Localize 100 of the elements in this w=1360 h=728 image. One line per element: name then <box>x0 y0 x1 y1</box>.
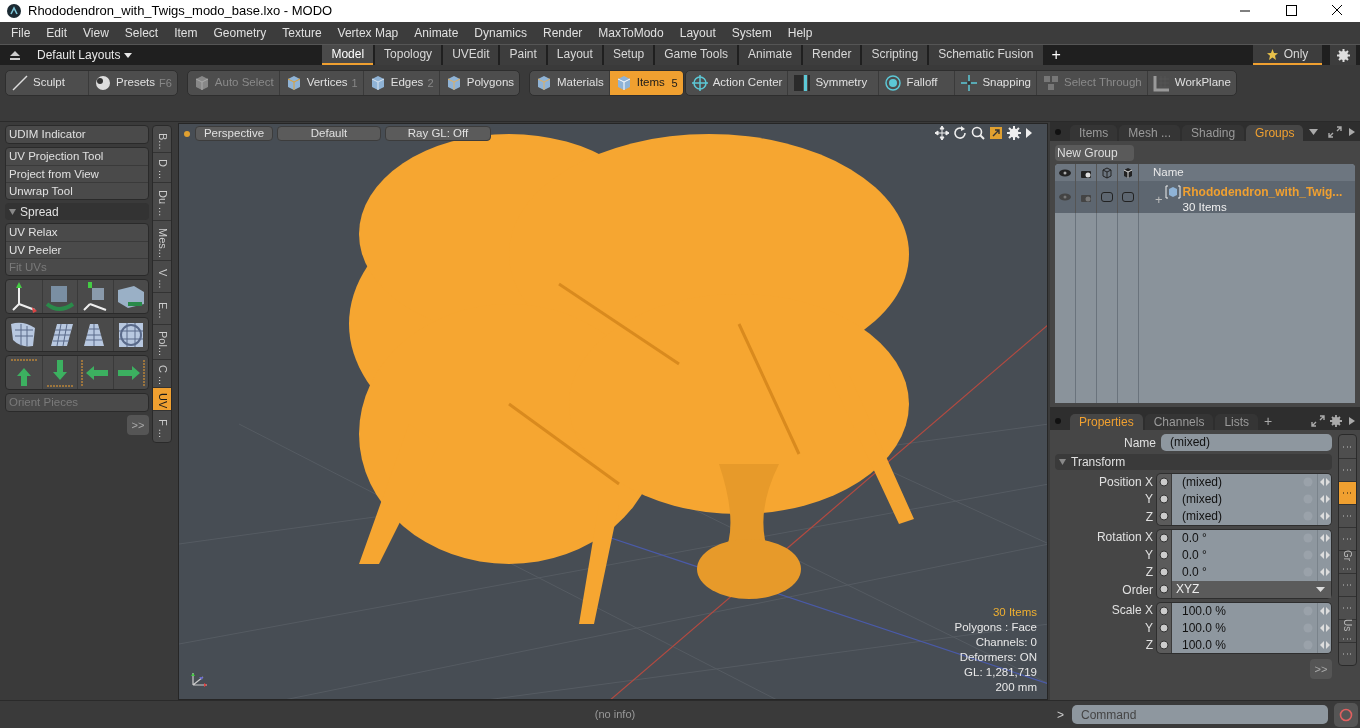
more-button[interactable]: >> <box>1310 659 1332 679</box>
animate-toggle-icon[interactable] <box>1159 567 1169 578</box>
column-header[interactable]: Name <box>1139 164 1184 182</box>
menu-dot-icon[interactable] <box>183 129 191 138</box>
menu-item[interactable]: Texture <box>274 24 330 42</box>
tool-button[interactable]: UV Relax <box>6 224 148 241</box>
viewport-option-button[interactable]: Default <box>277 126 381 141</box>
side-tab[interactable]: ⋮ <box>1339 527 1356 550</box>
menu-item[interactable]: Render <box>535 24 591 42</box>
add-tab-button[interactable]: + <box>1260 413 1277 428</box>
checkbox-icon[interactable] <box>1100 191 1114 203</box>
toolbar-button[interactable]: Items 5 <box>608 71 683 95</box>
side-tab[interactable]: UV <box>153 387 171 410</box>
cube-icon[interactable] <box>1121 166 1135 179</box>
add-tab-button[interactable]: + <box>1042 45 1070 65</box>
menu-item[interactable]: System <box>723 24 780 42</box>
side-tab[interactable]: Us ⋮ <box>1339 619 1356 642</box>
menu-item[interactable]: Vertex Map <box>329 24 407 42</box>
side-tab[interactable]: Gr ⋮ <box>1339 550 1356 573</box>
viewport-option-button[interactable]: Ray GL: Off <box>385 126 491 141</box>
menu-item[interactable]: Dynamics <box>466 24 535 42</box>
toolbar-button[interactable]: Polygons <box>438 71 520 95</box>
side-tab[interactable]: Mes... <box>153 220 171 260</box>
menu-item[interactable]: Edit <box>38 24 76 42</box>
panel-tab[interactable]: Groups <box>1246 125 1304 141</box>
animate-toggle-icon[interactable] <box>1159 532 1169 543</box>
cube-outline-icon[interactable] <box>1100 166 1114 179</box>
animate-toggle-icon[interactable] <box>1159 511 1169 522</box>
layout-tab[interactable]: Layout <box>547 45 602 65</box>
tool-button[interactable]: UV Projection Tool <box>6 148 148 165</box>
panel-tab[interactable]: Lists <box>1215 414 1259 430</box>
animate-toggle-icon[interactable] <box>1159 605 1169 616</box>
layout-tab[interactable]: Paint <box>500 45 546 65</box>
tool-icon-button[interactable] <box>112 356 148 389</box>
side-tab[interactable]: D ... <box>153 152 171 182</box>
tool-button[interactable]: Unwrap Tool <box>6 182 148 199</box>
layout-tab[interactable]: Model <box>322 45 374 65</box>
name-field[interactable]: (mixed) <box>1161 434 1332 451</box>
panel-arrow-icon[interactable] <box>1348 415 1356 426</box>
animate-toggle-icon[interactable] <box>1159 622 1169 633</box>
command-field[interactable]: Command <box>1072 705 1328 724</box>
toolbar-button[interactable]: Snapping <box>954 71 1036 95</box>
panel-tab[interactable]: Shading <box>1182 125 1245 141</box>
menu-item[interactable]: View <box>75 24 117 42</box>
panel-tab[interactable]: Properties <box>1070 414 1143 430</box>
toolbar-button[interactable]: Sculpt <box>6 71 88 95</box>
rotate-icon[interactable] <box>953 126 967 140</box>
animate-toggle-icon[interactable] <box>1159 584 1169 595</box>
expand-panel-icon[interactable] <box>1328 125 1342 138</box>
side-tab[interactable]: Pol... <box>153 324 171 359</box>
panel-dot-icon[interactable] <box>1054 416 1062 425</box>
layout-tab[interactable]: Topology <box>375 45 442 65</box>
toolbar-button[interactable]: Action Center <box>685 71 788 95</box>
section-header[interactable]: Spread <box>5 203 149 220</box>
layout-tab[interactable]: Setup <box>603 45 654 65</box>
menu-item[interactable]: Layout <box>671 24 724 42</box>
expand-panel-icon[interactable] <box>1311 414 1325 427</box>
toolbar-button[interactable]: Falloff <box>878 71 955 95</box>
dropdown-caret-icon[interactable] <box>1309 128 1319 135</box>
group-row[interactable]: + Rhododendron_with_Twig... 30 Items <box>1055 181 1355 213</box>
side-tab[interactable]: E... <box>153 292 171 324</box>
layout-tab[interactable]: Schematic Fusion <box>929 45 1043 65</box>
side-tab[interactable]: ⋮ <box>1339 596 1356 619</box>
menu-item[interactable]: Geometry <box>205 24 275 42</box>
menu-item[interactable]: Help <box>779 24 821 42</box>
panel-tab[interactable]: Items <box>1070 125 1118 141</box>
maximize-view-icon[interactable] <box>989 126 1003 140</box>
side-tab[interactable]: ⋮ <box>1339 481 1356 504</box>
settings-icon[interactable] <box>1330 414 1342 427</box>
section-header[interactable]: Transform <box>1055 454 1332 470</box>
layout-tab[interactable]: UVEdit <box>443 45 499 65</box>
animate-toggle-icon[interactable] <box>1159 639 1169 650</box>
side-tab[interactable]: ⋮ <box>1339 642 1356 665</box>
viewport-option-button[interactable]: Perspective <box>195 126 273 141</box>
order-dropdown[interactable]: XYZ <box>1171 581 1331 598</box>
layout-tab[interactable]: Render <box>803 45 861 65</box>
tool-button[interactable]: UDIM Indicator <box>6 126 148 143</box>
toolbar-button[interactable]: WorkPlane <box>1146 71 1236 95</box>
settings-button[interactable] <box>1330 45 1356 65</box>
panel-tab[interactable]: Channels <box>1144 414 1214 430</box>
side-tab[interactable]: B... <box>153 126 171 152</box>
animate-toggle-icon[interactable] <box>1159 477 1169 488</box>
search-icon[interactable] <box>971 126 985 140</box>
side-tab[interactable]: ⋮ <box>1339 504 1356 527</box>
layout-dropdown[interactable]: Default Layouts <box>37 45 133 65</box>
collapse-icon[interactable] <box>9 50 21 60</box>
tool-button[interactable]: UV Peeler <box>6 241 148 258</box>
side-tab[interactable]: ⋮ <box>1339 573 1356 596</box>
toolbar-button[interactable]: Vertices 1 <box>278 71 363 95</box>
side-tab[interactable]: Du ... <box>153 182 171 220</box>
new-group-button[interactable]: New Group <box>1055 145 1134 161</box>
side-tab[interactable]: F ... <box>153 410 171 442</box>
move-icon[interactable] <box>935 126 949 140</box>
toolbar-button[interactable]: Symmetry <box>787 71 879 95</box>
tool-button[interactable]: Project from View <box>6 165 148 182</box>
menu-item[interactable]: Select <box>116 24 167 42</box>
panel-dot-icon[interactable] <box>1054 127 1062 136</box>
side-tab[interactable]: V ... <box>153 260 171 292</box>
panel-arrow-icon[interactable] <box>1348 126 1356 137</box>
menu-item[interactable]: MaxToModo <box>590 24 672 42</box>
